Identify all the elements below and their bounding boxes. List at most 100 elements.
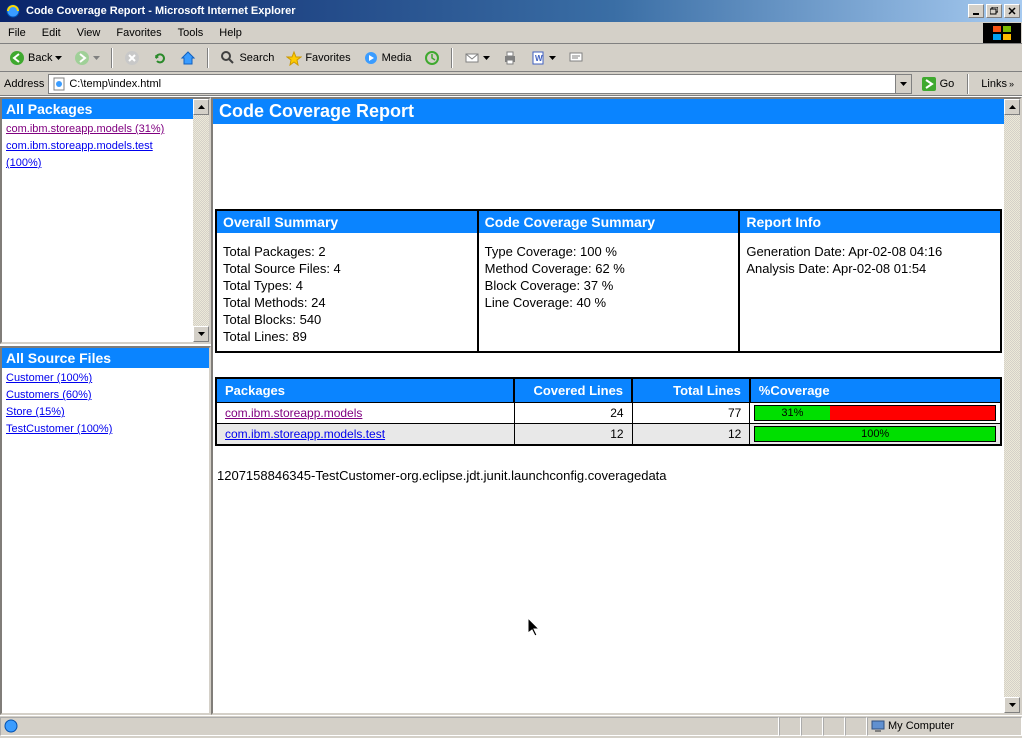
status-cell — [801, 717, 823, 736]
computer-icon — [871, 719, 885, 733]
status-cell — [845, 717, 867, 736]
overall-line: Total Blocks: 540 — [223, 311, 471, 328]
info-line: Generation Date: Apr-02-08 04:16 — [746, 243, 994, 260]
file-link[interactable]: TestCustomer (100%) — [6, 421, 205, 438]
menu-view[interactable]: View — [69, 24, 109, 42]
stop-button[interactable] — [119, 47, 145, 69]
packages-table: Packages Covered Lines Total Lines %Cove… — [215, 377, 1002, 446]
menu-file[interactable]: File — [0, 24, 34, 42]
package-link[interactable]: com.ibm.storeapp.models.test (100%) — [6, 138, 189, 172]
pct-cell: 100% — [750, 424, 1001, 446]
mail-button[interactable] — [459, 47, 495, 69]
status-main — [0, 717, 779, 736]
status-zone: My Computer — [867, 717, 1022, 736]
packages-frame: All Packages com.ibm.storeapp.models (31… — [0, 97, 211, 344]
address-dropdown-button[interactable] — [895, 75, 911, 93]
content-area: All Packages com.ibm.storeapp.models (31… — [0, 96, 1022, 715]
close-button[interactable] — [1004, 4, 1020, 18]
refresh-button[interactable] — [147, 47, 173, 69]
overall-line: Total Lines: 89 — [223, 328, 471, 345]
back-button[interactable]: Back — [4, 47, 67, 69]
ie-icon — [4, 719, 18, 733]
package-row-link[interactable]: com.ibm.storeapp.models — [225, 406, 362, 420]
coverage-bar: 31% — [754, 405, 996, 421]
covered-cell: 24 — [514, 403, 632, 424]
total-cell: 12 — [632, 424, 750, 446]
scroll-track[interactable] — [193, 115, 209, 326]
svg-text:W: W — [535, 54, 543, 63]
col-covered: Covered Lines — [514, 378, 632, 403]
print-button[interactable] — [497, 47, 523, 69]
overall-line: Total Methods: 24 — [223, 294, 471, 311]
search-button[interactable]: Search — [215, 47, 279, 69]
edit-button[interactable]: W — [525, 47, 561, 69]
file-link[interactable]: Customer (100%) — [6, 370, 205, 387]
overall-summary-header: Overall Summary — [217, 211, 477, 233]
windows-flag-icon — [983, 23, 1021, 43]
report-info-header: Report Info — [740, 211, 1000, 233]
scroll-down-button[interactable] — [1004, 697, 1020, 713]
package-link[interactable]: com.ibm.storeapp.models (31%) — [6, 121, 189, 138]
scrollbar[interactable] — [193, 99, 209, 342]
home-button[interactable] — [175, 47, 201, 69]
total-cell: 77 — [632, 403, 750, 424]
col-total: Total Lines — [632, 378, 750, 403]
media-button[interactable]: Media — [358, 47, 417, 69]
forward-button[interactable] — [69, 47, 105, 69]
scroll-up-button[interactable] — [193, 99, 209, 115]
file-link[interactable]: Store (15%) — [6, 404, 205, 421]
table-row: com.ibm.storeapp.models 247731% — [216, 403, 1001, 424]
coverage-line: Block Coverage: 37 % — [485, 277, 733, 294]
minimize-button[interactable] — [968, 4, 984, 18]
overall-line: Total Packages: 2 — [223, 243, 471, 260]
address-input[interactable] — [69, 76, 894, 92]
package-row-link[interactable]: com.ibm.storeapp.models.test — [225, 427, 385, 441]
table-row: com.ibm.storeapp.models.test1212100% — [216, 424, 1001, 446]
chevron-right-icon: » — [1009, 79, 1014, 89]
menu-favorites[interactable]: Favorites — [108, 24, 169, 42]
status-cell — [779, 717, 801, 736]
window-titlebar: Code Coverage Report - Microsoft Interne… — [0, 0, 1022, 22]
navigation-toolbar: Back Search Favorites Media W — [0, 44, 1022, 72]
packages-header: All Packages — [2, 99, 193, 119]
summary-row: Overall Summary Total Packages: 2 Total … — [215, 209, 1002, 353]
report-title: Code Coverage Report — [213, 99, 1004, 124]
ie-icon — [5, 3, 21, 19]
coverage-line: Type Coverage: 100 % — [485, 243, 733, 260]
overall-line: Total Types: 4 — [223, 277, 471, 294]
menu-bar: File Edit View Favorites Tools Help — [0, 22, 1022, 44]
pct-cell: 31% — [750, 403, 1001, 424]
files-header: All Source Files — [2, 348, 209, 368]
report-info-box: Report Info Generation Date: Apr-02-08 0… — [740, 211, 1000, 351]
coverage-line: Method Coverage: 62 % — [485, 260, 733, 277]
scroll-track[interactable] — [1004, 115, 1020, 697]
scrollbar[interactable] — [1004, 99, 1020, 713]
go-button[interactable]: Go — [916, 74, 960, 94]
links-button[interactable]: Links » — [977, 74, 1018, 94]
coverage-bar: 100% — [754, 426, 996, 442]
main-frame: Code Coverage Report Overall Summary Tot… — [211, 97, 1022, 715]
status-bar: My Computer — [0, 715, 1022, 736]
report-footer: 1207158846345-TestCustomer-org.eclipse.j… — [217, 468, 1000, 483]
files-frame: All Source Files Customer (100%)Customer… — [0, 346, 211, 715]
file-link[interactable]: Customers (60%) — [6, 387, 205, 404]
address-input-container — [48, 74, 911, 94]
info-line: Analysis Date: Apr-02-08 01:54 — [746, 260, 994, 277]
status-cell — [823, 717, 845, 736]
address-label: Address — [4, 78, 44, 90]
discuss-button[interactable] — [563, 47, 589, 69]
menu-edit[interactable]: Edit — [34, 24, 69, 42]
coverage-summary-box: Code Coverage Summary Type Coverage: 100… — [479, 211, 741, 351]
overall-line: Total Source Files: 4 — [223, 260, 471, 277]
history-button[interactable] — [419, 47, 445, 69]
restore-button[interactable] — [986, 4, 1002, 18]
address-bar: Address Go Links » — [0, 72, 1022, 96]
sidebar: All Packages com.ibm.storeapp.models (31… — [0, 97, 211, 715]
scroll-down-button[interactable] — [193, 326, 209, 342]
scroll-up-button[interactable] — [1004, 99, 1020, 115]
covered-cell: 12 — [514, 424, 632, 446]
menu-tools[interactable]: Tools — [170, 24, 212, 42]
favorites-button[interactable]: Favorites — [281, 47, 355, 69]
window-title: Code Coverage Report - Microsoft Interne… — [24, 5, 968, 17]
menu-help[interactable]: Help — [211, 24, 250, 42]
